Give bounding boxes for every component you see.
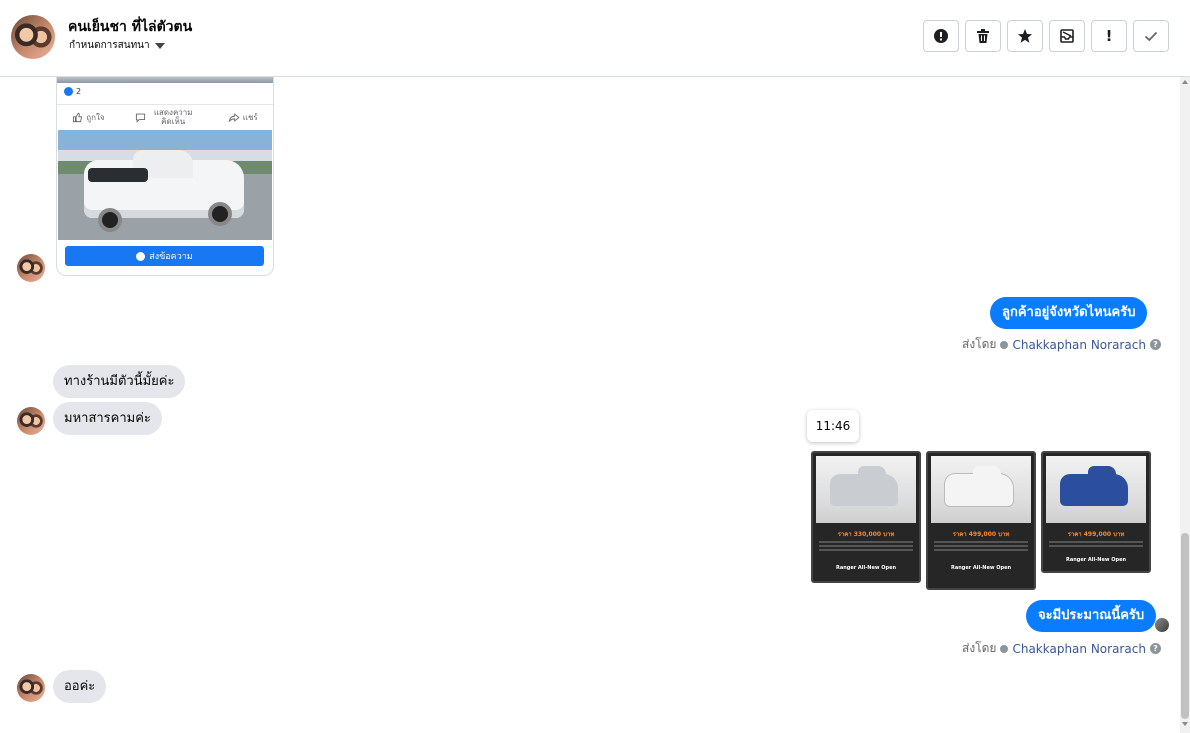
contact-avatar[interactable]	[11, 15, 55, 59]
scrollbar-thumb[interactable]	[1181, 533, 1189, 719]
conversation-settings-label: กำหนดการสนทนา	[69, 40, 150, 51]
help-icon[interactable]: ?	[1149, 643, 1161, 654]
share-action[interactable]: แชร์	[228, 112, 258, 123]
mark-done-button[interactable]	[1133, 20, 1169, 52]
timestamp-tooltip: 11:46	[807, 410, 859, 442]
exclamation-icon: !	[1105, 27, 1113, 45]
star-button[interactable]	[1007, 20, 1043, 52]
trash-icon	[977, 29, 989, 43]
truck-wheel-rear	[208, 202, 232, 226]
listing-model: Ranger All-New Open	[950, 565, 1012, 571]
scroll-up-icon[interactable]	[1182, 80, 1188, 84]
sent-by-label: ส่งโดย Chakkaphan Norarach ?	[962, 335, 1161, 354]
contact-avatar-small	[17, 674, 45, 702]
like-reaction-icon	[64, 87, 73, 96]
listing-details	[934, 539, 1028, 553]
help-icon[interactable]: ?	[1149, 339, 1161, 350]
incoming-message[interactable]: ออค่ะ	[53, 670, 107, 703]
listing-image-1[interactable]: ราคา 330,000 บาท Ranger All-New Open	[811, 451, 921, 583]
shared-post-card[interactable]: 2 ถูกใจ แสดงความคิดเห็น แชร์ ส่งข้อความ	[56, 77, 274, 276]
report-button[interactable]	[923, 20, 959, 52]
truck-photo	[58, 130, 272, 240]
caret-down-icon	[154, 42, 165, 49]
thumbs-up-icon	[73, 112, 83, 122]
outgoing-message[interactable]: ลูกค้าอยู่จังหวัดไหนครับ	[990, 297, 1148, 329]
listing-image-2[interactable]: ราคา 499,000 บาท Ranger All-New Open	[926, 451, 1036, 590]
archive-button[interactable]	[1049, 20, 1085, 52]
conversation-toolbar: !	[923, 20, 1169, 52]
pickup-truck	[830, 466, 898, 506]
post-actions: ถูกใจ แสดงความคิดเห็น แชร์	[57, 104, 273, 129]
incoming-message[interactable]: ทางร้านมีตัวนี้มั้ยค่ะ	[53, 365, 186, 398]
check-icon	[1144, 31, 1158, 42]
sent-by-label: ส่งโดย Chakkaphan Norarach ?	[962, 639, 1161, 658]
contact-avatar-small	[17, 407, 45, 435]
listing-price: ราคา 499,000 บาท	[1067, 531, 1125, 538]
sender-name[interactable]: Chakkaphan Norarach	[1012, 642, 1145, 656]
star-icon	[1018, 29, 1032, 43]
car-photo	[931, 456, 1031, 523]
sender-name[interactable]: Chakkaphan Norarach	[1012, 338, 1145, 352]
listing-image-3[interactable]: ราคา 499,000 บาท Ranger All-New Open	[1041, 451, 1151, 573]
outgoing-message[interactable]: จะมีประมาณนี้ครับ	[1026, 600, 1157, 632]
read-receipt-avatar	[1155, 618, 1169, 632]
incoming-message[interactable]: มหาสารคามค่ะ	[53, 402, 162, 435]
car-photo	[816, 456, 916, 523]
comment-action[interactable]: แสดงความคิดเห็น	[135, 108, 197, 126]
post-likes: 2	[64, 87, 81, 96]
gear-icon	[1000, 340, 1009, 349]
likes-count: 2	[76, 87, 82, 96]
listing-model: Ranger All-New Open	[1065, 557, 1127, 563]
mark-important-button[interactable]: !	[1091, 20, 1127, 52]
pickup-truck	[945, 466, 1013, 506]
listing-details	[819, 539, 913, 553]
contact-name[interactable]: คนเย็นชา ที่ไล่ตัวตน	[68, 16, 192, 38]
contact-avatar-small	[17, 254, 45, 282]
listing-price: ราคา 330,000 บาท	[837, 531, 895, 538]
car-photo	[1046, 456, 1146, 523]
conversation-settings-dropdown[interactable]: กำหนดการสนทนา	[69, 38, 165, 53]
gear-icon	[1000, 644, 1009, 653]
pickup-truck	[1060, 466, 1128, 506]
truck-wheel-front	[98, 208, 122, 232]
delete-button[interactable]	[965, 20, 1001, 52]
listing-model: Ranger All-New Open	[835, 565, 897, 571]
messenger-icon	[136, 251, 146, 261]
conversation-header: คนเย็นชา ที่ไล่ตัวตน กำหนดการสนทนา !	[0, 0, 1190, 77]
archive-icon	[1060, 29, 1074, 43]
comment-icon	[136, 113, 146, 123]
send-message-button[interactable]: ส่งข้อความ	[65, 246, 264, 266]
post-image-top	[57, 77, 273, 83]
share-icon	[228, 112, 240, 122]
listing-details	[1049, 539, 1143, 549]
scroll-down-icon[interactable]	[1182, 722, 1188, 726]
listing-price: ราคา 499,000 บาท	[952, 531, 1010, 538]
truck-hood	[88, 168, 148, 182]
like-action[interactable]: ถูกใจ	[72, 112, 105, 123]
alert-icon	[934, 29, 948, 43]
